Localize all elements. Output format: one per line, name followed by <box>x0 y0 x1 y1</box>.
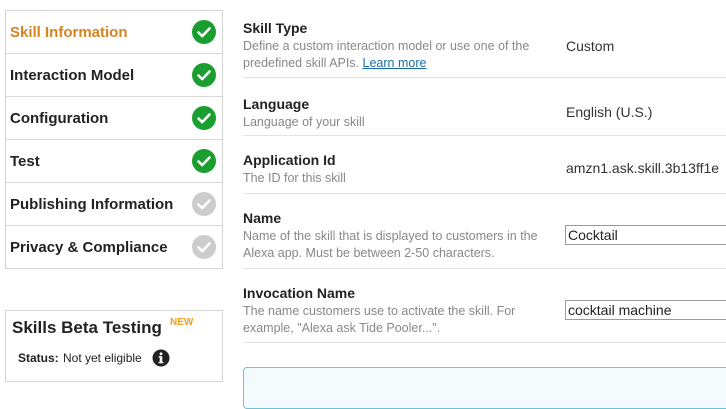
invocation-name-input[interactable] <box>565 300 726 320</box>
status-value: Not yet eligible <box>63 351 142 365</box>
check-circle-icon <box>192 63 216 87</box>
application-id-value: amzn1.ask.skill.3b13ff1e <box>566 160 720 176</box>
step-label: Configuration <box>10 110 109 127</box>
language-title: Language <box>243 96 310 112</box>
steps-nav: Skill Information Interaction Model Conf… <box>5 10 223 269</box>
step-publishing-information[interactable]: Publishing Information <box>6 183 222 226</box>
step-label: Skill Information <box>10 24 128 41</box>
check-circle-icon <box>192 106 216 130</box>
beta-testing-panel: Skills Beta Testing NEW Status: Not yet … <box>5 310 223 382</box>
language-desc: Language of your skill <box>243 115 365 129</box>
beta-title: Skills Beta Testing <box>12 318 162 337</box>
invocation-name-title: Invocation Name <box>243 285 356 301</box>
check-circle-icon <box>192 235 216 259</box>
step-configuration[interactable]: Configuration <box>6 97 222 140</box>
skill-type-title: Skill Type <box>243 20 308 36</box>
invocation-name-desc: The name customers use to activate the s… <box>243 304 516 335</box>
name-title: Name <box>243 210 282 226</box>
language-row: Language Language of your skill English … <box>243 78 726 136</box>
step-privacy-compliance[interactable]: Privacy & Compliance <box>6 226 222 268</box>
application-id-title: Application Id <box>243 152 336 168</box>
new-badge: NEW <box>170 317 194 328</box>
info-panel <box>243 367 726 409</box>
name-input[interactable] <box>565 225 726 245</box>
step-label: Interaction Model <box>10 67 135 84</box>
check-circle-icon <box>192 149 216 173</box>
info-circle-icon[interactable] <box>152 349 170 367</box>
step-interaction-model[interactable]: Interaction Model <box>6 54 222 97</box>
step-test[interactable]: Test <box>6 140 222 183</box>
skill-type-value: Custom <box>566 38 615 54</box>
status-label: Status: <box>18 351 59 365</box>
application-id-desc: The ID for this skill <box>243 171 346 185</box>
step-skill-information[interactable]: Skill Information <box>6 11 222 54</box>
check-circle-icon <box>192 20 216 44</box>
name-row: Name Name of the skill that is displayed… <box>243 194 726 269</box>
step-label: Privacy & Compliance <box>10 239 168 256</box>
application-id-row: Application Id The ID for this skill amz… <box>243 136 726 194</box>
invocation-name-row: Invocation Name The name customers use t… <box>243 269 726 343</box>
skill-type-desc: Define a custom interaction model or use… <box>243 38 561 72</box>
step-label: Test <box>10 153 40 170</box>
name-desc: Name of the skill that is displayed to c… <box>243 229 538 260</box>
learn-more-link[interactable]: Learn more <box>363 56 427 70</box>
step-label: Publishing Information <box>10 196 174 213</box>
check-circle-icon <box>192 192 216 216</box>
skill-type-row: Skill Type Define a custom interaction m… <box>243 14 726 78</box>
language-value: English (U.S.) <box>566 104 653 120</box>
